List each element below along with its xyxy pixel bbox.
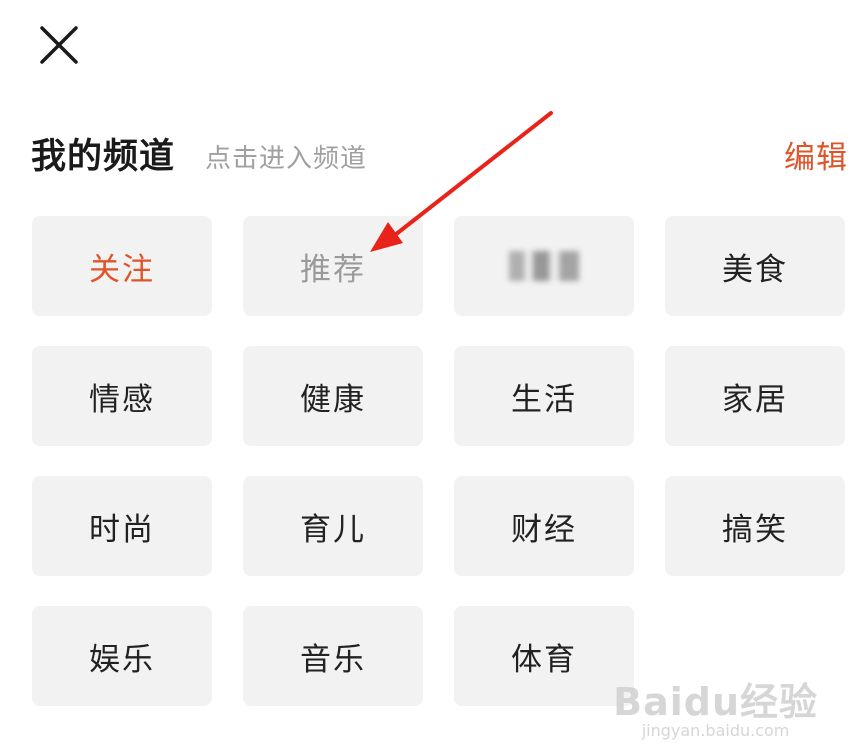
channel-chip[interactable]: 娱乐	[32, 606, 212, 706]
baidu-watermark: Baidu经验 jingyan.baidu.com	[613, 682, 818, 740]
page-title: 我的频道	[31, 137, 176, 177]
channel-chip[interactable]: 财经	[454, 476, 634, 576]
channel-chip-blurred[interactable]	[454, 216, 634, 316]
channel-chip[interactable]: 体育	[454, 606, 634, 706]
watermark-logo: Baidu经验	[613, 680, 818, 724]
channel-chip[interactable]: 育儿	[243, 476, 423, 576]
watermark-domain: jingyan.baidu.com	[641, 721, 790, 740]
channel-chip[interactable]: 搞笑	[665, 476, 845, 576]
page-subtitle: 点击进入频道	[205, 144, 368, 174]
channel-chip[interactable]: 美食	[665, 216, 845, 316]
channel-chip[interactable]: 生活	[454, 346, 634, 446]
channel-chip[interactable]: 时尚	[32, 476, 212, 576]
channel-chip[interactable]: 关注	[32, 216, 212, 316]
channel-chip[interactable]: 健康	[243, 346, 423, 446]
blurred-label	[509, 251, 579, 281]
channel-grid: 关注 推荐 美食 情感 健康 生活 家居 时尚 育儿 财经 搞笑 娱乐 音乐 体…	[32, 216, 845, 706]
channel-header: 我的频道 点击进入频道 编辑	[31, 122, 848, 182]
channel-chip[interactable]: 音乐	[243, 606, 423, 706]
edit-button[interactable]: 编辑	[784, 132, 848, 177]
channel-chip[interactable]: 情感	[32, 346, 212, 446]
close-button[interactable]	[36, 22, 82, 68]
close-icon	[40, 26, 78, 64]
channel-chip[interactable]: 推荐	[243, 216, 423, 316]
channel-chip[interactable]: 家居	[665, 346, 845, 446]
